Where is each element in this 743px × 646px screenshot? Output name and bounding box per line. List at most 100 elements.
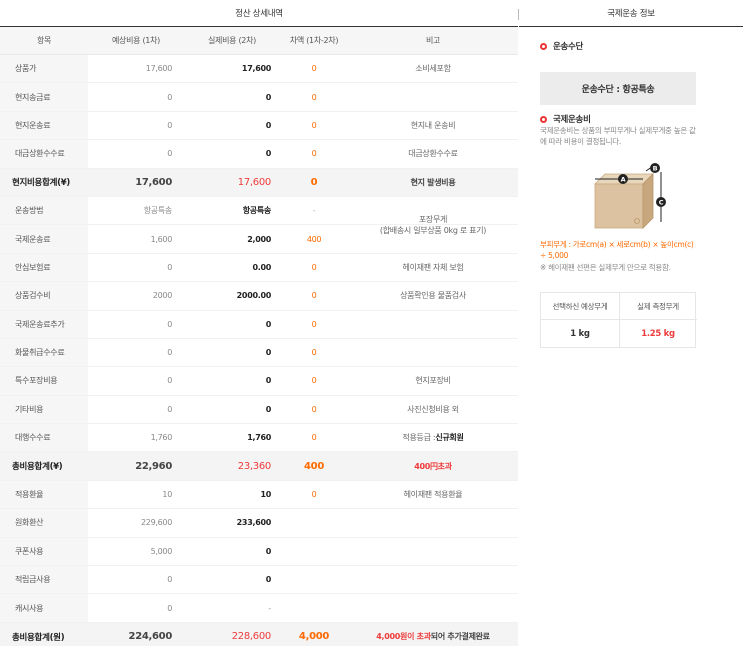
table-row: 안심보험료 0 0.00 0 헤이재팬 자체 보험 [0,253,518,283]
row-label: 총비용합계(¥) [12,462,63,473]
row-remark: 현지내 운송비 [410,120,456,130]
cost-difference: 0 [311,149,317,159]
circle-bullet-icon [540,115,547,123]
table-row: 대금상환수수료 0 0 0 대금상환수수료 [0,140,518,169]
total-row: 총비용합계(원) 224,600 228,600 4,000 4,000원이 초과 되어 … [0,622,518,646]
row-label: 상품검수비 [0,282,88,310]
table-row: 현지운송료 0 0 0 현지내 운송비 [0,111,518,141]
cost-difference: 0 [311,64,317,74]
row-label: 특수포장비용 [0,367,88,395]
col-estimated: 예상비용 (1차) [112,36,160,45]
measured-weight-value: 1.25 kg [641,329,675,339]
row-label: 화물취급수수료 [0,338,88,367]
estimated-cost: 0 [167,348,172,358]
actual-cost: 0 [265,546,272,556]
estimated-cost: 0 [167,149,172,159]
row-remark: 사진신청비용 외 [407,404,459,414]
estimated-cost: 17,600 [135,176,172,188]
estimated-cost: 항공특송 [143,206,173,216]
cost-difference: 0 [311,376,317,386]
row-remark: 헤이재팬 자체 보험 [402,262,464,272]
table-row: 국제운송료추가 0 0 0 [0,310,518,339]
package-weight-note: 포장무게 (합배송시 일부상품 0kg 로 표기) [379,215,487,236]
weight-table: 선택하신 예상무게 실제 측정무게 1 kg 1.25 kg [540,292,697,348]
row-label: 운송방법 [0,196,88,225]
dimension-b-label: B [653,165,658,173]
table-row: 특수포장비용 0 0 0 현지포장비 [0,367,518,396]
cost-difference [280,566,348,593]
col-item: 항목 [36,36,52,45]
shipping-method-value: 운송수단 : 항공특송 [540,72,696,105]
actual-cost: 0 [265,92,272,102]
row-remark: 현지포장비 [415,376,451,386]
row-label: 현지운송료 [0,111,88,140]
row-remark [348,311,518,338]
actual-cost: 항공특송 [242,206,272,216]
actual-cost: 17,600 [241,64,271,74]
row-label: 기타비용 [0,395,88,424]
table-row: 상품가 17,600 17,600 0 소비세포함 [0,55,518,84]
estimated-cost: 224,600 [128,631,173,642]
row-label: 적용환율 [0,480,88,509]
circle-bullet-icon [540,42,547,50]
dimension-a-label: A [621,176,626,184]
row-label: 현지비용합계(¥) [12,178,70,189]
estimated-cost: 0 [167,120,172,130]
cost-difference: 0 [311,291,317,301]
table-row: 현지송금료 0 0 0 [0,83,518,112]
fee-heading-label: 국제운송비 [553,115,591,125]
table-row: 대행수수료 1,760 1,760 0 적용등급 : 신규회원 [0,424,518,453]
settlement-title: 정산 상세내역 [0,0,518,27]
estimated-cost: 2000 [152,291,172,301]
actual-cost: 0.00 [252,262,271,272]
row-remark [348,594,518,621]
table-row: 캐시사용 0 - [0,594,518,623]
fee-heading: 국제운송비 [540,113,591,125]
estimated-cost: 0 [167,376,172,386]
row-label: 안심보험료 [0,253,88,282]
row-remark: 4,000원이 초과 되어 추가결제완료 [348,623,518,646]
estimated-cost: 0 [167,92,172,102]
dimension-c-label: C [659,199,664,207]
actual-cost: 0 [265,319,272,329]
member-grade: 신규회원 [435,433,464,443]
actual-cost: 0 [265,404,272,414]
estimated-cost: 0 [167,575,172,585]
cost-difference: 400 [304,460,324,472]
table-header-row: 항목 예상비용 (1차) 실제비용 (2차) 차액 (1차-2차) 비고 [0,27,518,55]
row-label: 대행수수료 [0,424,88,452]
estimated-cost: 0 [167,319,172,329]
table-row: 쿠폰사용 5,000 0 [0,537,518,567]
cost-difference: - [312,206,316,216]
method-heading: 운송수단 [540,40,583,52]
row-label: 국제운송료추가 [0,310,88,338]
actual-cost: 0 [265,575,272,585]
formula-note: ※ 헤이재팬 선편은 실제무게 만으로 적용함. [540,263,671,272]
cost-difference: 0 [311,262,317,272]
col-actual: 실제비용 (2차) [208,36,256,45]
row-label: 쿠폰사용 [0,537,88,566]
cost-difference: 0 [311,433,317,443]
table-row: 기타비용 0 0 0 사진신청비용 외 [0,395,518,425]
method-heading-label: 운송수단 [553,42,584,52]
cost-difference: 4,000 [298,631,330,642]
fee-description: 국제운송비는 상품의 부피무게나 실제무게중 높은 값에 따라 비용이 결정됩니… [540,126,696,146]
table-row: 적립금사용 0 0 [0,566,518,595]
actual-cost: 233,600 [236,518,272,528]
total-row: 현지비용합계(¥) 17,600 17,600 0 현지 발생비용 [0,168,518,197]
row-remark [348,339,518,366]
row-remark [348,509,518,536]
table-row: 화물취급수수료 0 0 0 [0,338,518,368]
actual-cost: 0 [265,376,272,386]
cost-difference [280,509,348,536]
overage-amount: 4,000원이 초과 [376,632,431,641]
cost-difference: 0 [311,120,317,130]
actual-cost: 10 [260,490,271,500]
cost-difference: 400 [306,234,322,244]
volume-weight-formula: 부피무게 : 가로cm(a) × 세로cm(b) × 높이cm(c) ÷ 5,0… [540,240,694,260]
col-remarks: 비고 [425,36,441,45]
row-label: 원화환산 [0,509,88,537]
settlement-table: 항목 예상비용 (1차) 실제비용 (2차) 차액 (1차-2차) 비고 상품가… [0,27,518,646]
cost-difference: 0 [311,319,317,329]
shipping-info-panel: 운송수단 운송수단 : 항공특송 국제운송비 국제운송비는 상품의 부피무게나 … [519,27,743,646]
